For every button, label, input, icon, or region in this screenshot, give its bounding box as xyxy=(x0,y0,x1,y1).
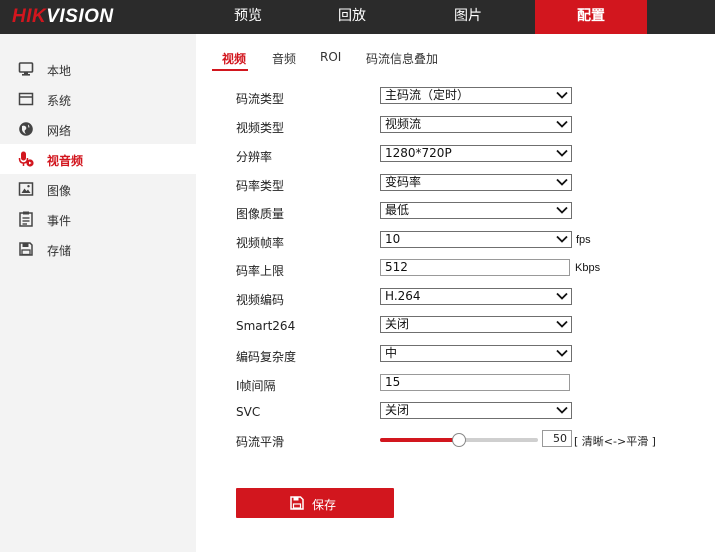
video-encoding-select[interactable]: H.264 xyxy=(380,288,572,305)
sidebar-item-system[interactable]: 系统 xyxy=(0,84,196,114)
active-tab-indicator xyxy=(212,69,248,71)
select-value: 主码流（定时） xyxy=(385,88,470,102)
tab-audio[interactable]: 音频 xyxy=(272,50,296,67)
select-value: 变码率 xyxy=(385,175,422,189)
sidebar-item-video-audio[interactable]: 视音频 xyxy=(0,144,196,174)
top-navigation-bar: HIKVISION 预览 回放 图片 配置 xyxy=(0,0,715,34)
i-frame-interval-input[interactable]: 15 xyxy=(380,374,570,391)
max-bitrate-unit: Kbps xyxy=(575,262,601,274)
select-value: 视频流 xyxy=(385,117,422,131)
chevron-down-icon xyxy=(556,149,568,157)
field-label: 图像质量 xyxy=(236,207,285,221)
chevron-down-icon xyxy=(556,292,568,300)
smart264-select[interactable]: 关闭 xyxy=(380,316,572,333)
save-disk-icon xyxy=(290,496,304,510)
sidebar-item-network[interactable]: 网络 xyxy=(0,114,196,144)
field-label: 码流类型 xyxy=(236,92,285,106)
select-value: 关闭 xyxy=(385,403,410,417)
nav-playback[interactable]: 回放 xyxy=(300,0,404,34)
image-quality-select[interactable]: 最低 xyxy=(380,202,572,219)
input-value: 15 xyxy=(385,375,401,389)
save-button[interactable]: 保存 xyxy=(236,488,394,518)
field-label: 视频帧率 xyxy=(236,236,285,250)
hikvision-logo: HIKVISION xyxy=(12,6,114,28)
sidebar-item-label: 事件 xyxy=(47,214,72,228)
select-value: 关闭 xyxy=(385,317,410,331)
field-label: Smart264 xyxy=(236,319,296,333)
sidebar-item-event[interactable]: 事件 xyxy=(0,204,196,234)
frame-rate-select[interactable]: 10 xyxy=(380,231,572,248)
form-row-stream-smoothing: 码流平滑 50 [ 清晰<->平滑 ] xyxy=(236,430,696,450)
field-label: 分辨率 xyxy=(236,150,273,164)
save-button-label: 保存 xyxy=(312,498,337,512)
stream-smoothing-value-input[interactable]: 50 xyxy=(542,430,572,447)
resolution-select[interactable]: 1280*720P xyxy=(380,145,572,162)
sidebar-item-label: 视音频 xyxy=(47,154,84,168)
microphone-icon xyxy=(18,151,34,167)
chevron-down-icon xyxy=(556,406,568,414)
field-label: 视频编码 xyxy=(236,293,285,307)
field-label: 码率类型 xyxy=(236,179,285,193)
event-icon xyxy=(19,211,33,227)
sidebar-item-label: 网络 xyxy=(47,124,72,138)
input-value: 512 xyxy=(385,260,408,274)
field-label: 编码复杂度 xyxy=(236,350,297,364)
field-label: 视频类型 xyxy=(236,121,285,135)
field-label: 码流平滑 xyxy=(236,435,285,449)
sidebar-item-label: 系统 xyxy=(47,94,72,108)
max-bitrate-input[interactable]: 512 xyxy=(380,259,570,276)
sidebar-item-label: 图像 xyxy=(47,184,72,198)
field-label: SVC xyxy=(236,405,261,419)
select-value: 10 xyxy=(385,232,401,246)
logo-brand-red: HIK xyxy=(12,6,47,27)
sidebar-item-local[interactable]: 本地 xyxy=(0,54,196,84)
field-label: I帧间隔 xyxy=(236,379,276,393)
chevron-down-icon xyxy=(556,320,568,328)
monitor-icon xyxy=(18,62,34,76)
chevron-down-icon xyxy=(556,178,568,186)
nav-picture[interactable]: 图片 xyxy=(404,0,532,34)
stream-smoothing-slider[interactable] xyxy=(380,433,538,447)
sidebar-item-label: 存储 xyxy=(47,244,72,258)
sidebar-item-image[interactable]: 图像 xyxy=(0,174,196,204)
bitrate-type-select[interactable]: 变码率 xyxy=(380,174,572,191)
sidebar-item-storage[interactable]: 存储 xyxy=(0,234,196,264)
tab-video[interactable]: 视频 xyxy=(222,50,246,67)
nav-preview[interactable]: 预览 xyxy=(196,0,300,34)
sidebar-item-label: 本地 xyxy=(47,64,72,78)
video-type-select[interactable]: 视频流 xyxy=(380,116,572,133)
slider-thumb[interactable] xyxy=(452,433,466,447)
chevron-down-icon xyxy=(556,349,568,357)
stream-type-select[interactable]: 主码流（定时） xyxy=(380,87,572,104)
field-label: 码率上限 xyxy=(236,264,285,278)
select-value: 最低 xyxy=(385,203,410,217)
image-icon xyxy=(18,182,34,196)
encoding-complexity-select[interactable]: 中 xyxy=(380,345,572,362)
select-value: H.264 xyxy=(385,289,421,303)
globe-icon xyxy=(19,122,33,136)
tab-roi[interactable]: ROI xyxy=(320,50,341,64)
frame-rate-unit: fps xyxy=(576,234,591,246)
svc-select[interactable]: 关闭 xyxy=(380,402,572,419)
select-value: 1280*720P xyxy=(385,146,452,160)
tab-stream-overlay[interactable]: 码流信息叠加 xyxy=(366,50,438,67)
nav-configuration[interactable]: 配置 xyxy=(535,0,647,34)
stream-smoothing-hint: [ 清晰<->平滑 ] xyxy=(574,435,656,448)
sidebar: 本地 系统 网络 视音频 图像 事件 存储 xyxy=(0,34,196,552)
chevron-down-icon xyxy=(556,120,568,128)
slider-fill xyxy=(380,438,459,442)
system-icon xyxy=(18,92,34,106)
select-value: 中 xyxy=(385,346,398,360)
chevron-down-icon xyxy=(556,235,568,243)
chevron-down-icon xyxy=(556,206,568,214)
chevron-down-icon xyxy=(556,91,568,99)
logo-brand-white: VISION xyxy=(46,6,114,27)
save-disk-icon xyxy=(19,242,33,256)
